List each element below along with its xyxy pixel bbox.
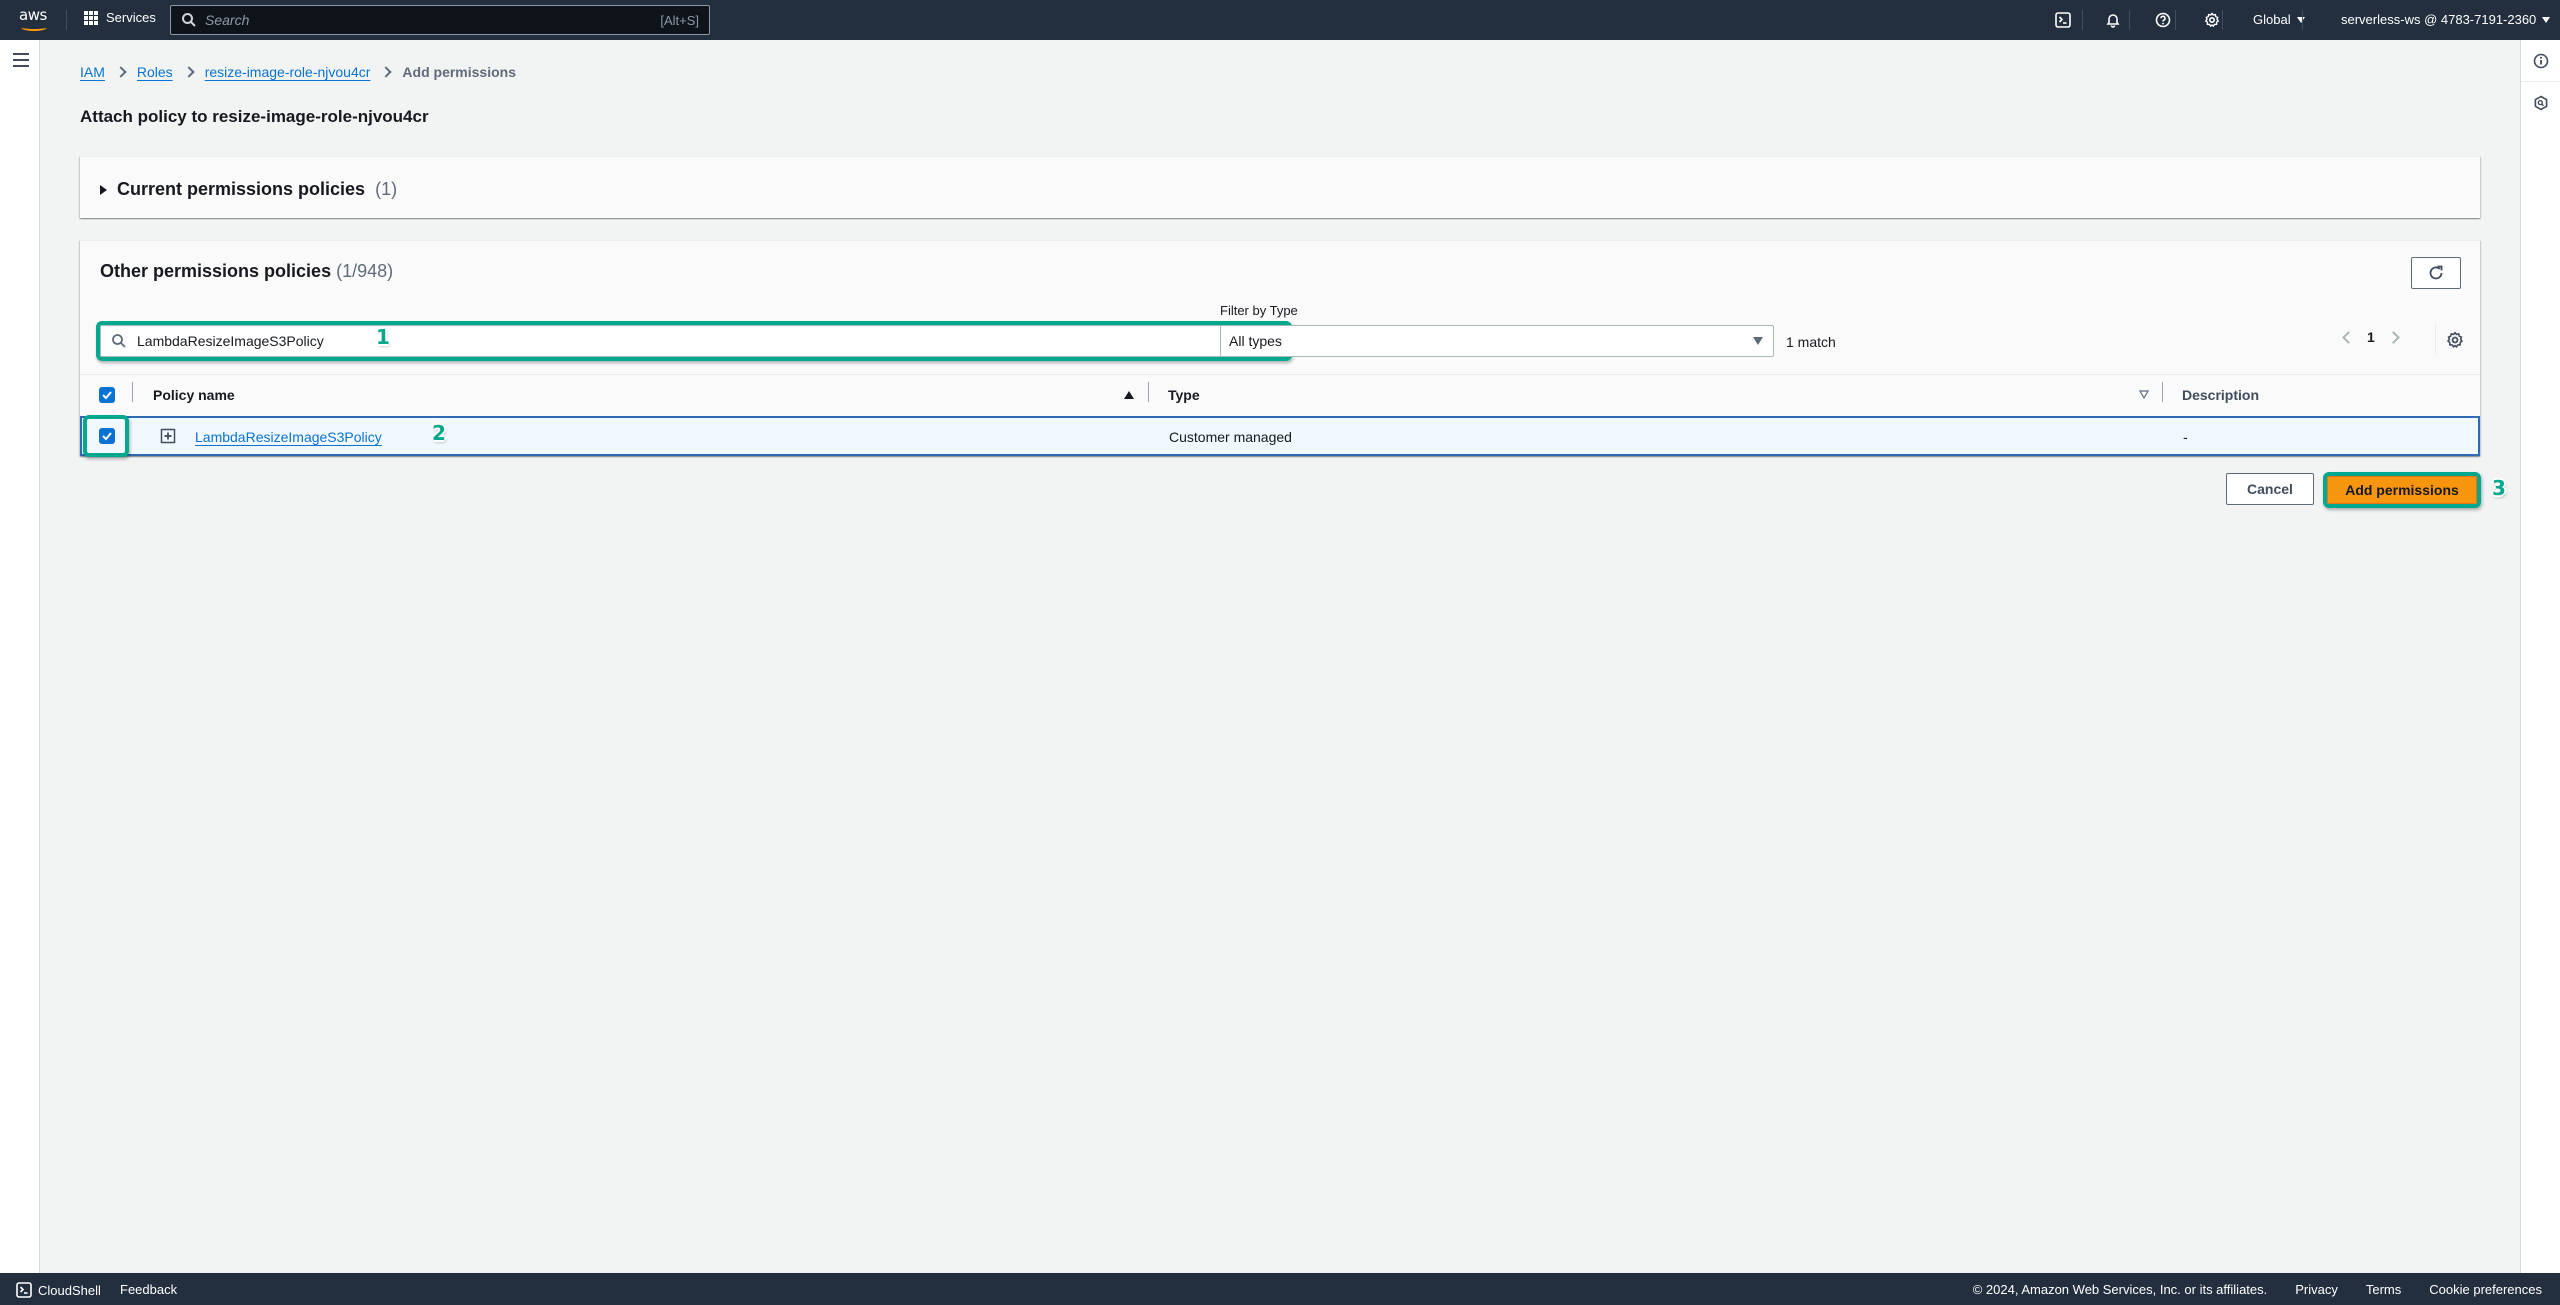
other-permissions-section: Other permissions policies (1/948) Lambd… [80, 240, 2480, 457]
match-count: 1 match [1786, 334, 1836, 350]
step-badge-1: 1 [376, 325, 390, 349]
policy-search-input[interactable]: LambdaResizeImageS3Policy [100, 325, 1288, 357]
divider [2435, 323, 2436, 355]
account-menu[interactable]: serverless-ws @ 4783-7191-2360 [2341, 12, 2551, 27]
divider [66, 10, 67, 30]
caret-down-icon [2296, 16, 2305, 23]
preferences-gear-icon[interactable] [2446, 331, 2464, 349]
footer: CloudShell Feedback © 2024, Amazon Web S… [0, 1273, 2560, 1305]
divider [2302, 10, 2303, 30]
next-page-icon[interactable] [2386, 330, 2400, 344]
row-checkbox[interactable] [99, 428, 115, 444]
help-icon[interactable] [2153, 10, 2173, 30]
current-permissions-expander[interactable]: Current permissions policies (1) [100, 179, 397, 200]
grid-icon [84, 10, 98, 25]
search-icon [182, 13, 196, 27]
column-divider [132, 382, 133, 402]
services-menu-button[interactable]: Services [84, 10, 156, 25]
divider [2129, 10, 2130, 30]
menu-icon[interactable] [13, 53, 29, 67]
step-badge-2: 2 [432, 421, 446, 445]
select-all-checkbox[interactable] [99, 387, 115, 403]
tools-rail [2520, 40, 2560, 1273]
column-header-policy-name[interactable]: Policy name [153, 387, 235, 403]
aws-smile-icon [21, 24, 47, 31]
page-title: Attach policy to resize-image-role-njvou… [80, 107, 429, 126]
caret-down-icon [2542, 16, 2551, 23]
security-hub-icon[interactable] [2521, 82, 2560, 124]
refresh-button[interactable] [2411, 257, 2461, 289]
policy-name-link[interactable]: LambdaResizeImageS3Policy [195, 429, 382, 445]
step-badge-3: 3 [2492, 476, 2506, 500]
page-number[interactable]: 1 [2367, 329, 2375, 345]
column-divider[interactable] [1148, 382, 1149, 402]
check-icon [102, 391, 112, 400]
chevron-right-icon [380, 66, 393, 78]
divider [80, 374, 2480, 375]
chevron-right-icon [183, 66, 195, 78]
bell-icon[interactable] [2103, 10, 2123, 30]
top-navigation: aws Services Search [Alt+S] Global serve… [0, 0, 2560, 40]
breadcrumb-roles[interactable]: Roles [137, 64, 173, 80]
sort-ascending-icon[interactable] [1124, 391, 1134, 399]
policy-type: Customer managed [1169, 429, 1292, 445]
feedback-link[interactable]: Feedback [120, 1282, 177, 1297]
global-search-input[interactable]: Search [Alt+S] [170, 5, 710, 35]
info-icon[interactable] [2521, 40, 2560, 82]
gear-icon[interactable] [2202, 10, 2222, 30]
aws-logo[interactable]: aws [18, 6, 52, 34]
filter-type-select[interactable]: All types [1220, 325, 1774, 357]
section-header: Other permissions policies (1/948) [100, 261, 394, 281]
cloudshell-icon[interactable] [2053, 10, 2073, 30]
column-divider[interactable] [2162, 382, 2163, 402]
pagination: 1 [2342, 329, 2400, 345]
caret-right-icon [100, 184, 107, 195]
refresh-icon [2429, 265, 2443, 280]
cancel-button[interactable]: Cancel [2226, 473, 2314, 505]
breadcrumb: IAM Roles resize-image-role-njvou4cr Add… [80, 64, 516, 80]
previous-page-icon[interactable] [2342, 330, 2355, 344]
divider [2175, 10, 2176, 30]
divider [2222, 10, 2223, 30]
column-header-type[interactable]: Type [1168, 387, 1200, 403]
breadcrumb-role[interactable]: resize-image-role-njvou4cr [205, 64, 371, 80]
cookie-preferences-link[interactable]: Cookie preferences [2429, 1282, 2542, 1297]
current-permissions-section: Current permissions policies (1) [80, 156, 2480, 218]
breadcrumb-current: Add permissions [402, 64, 517, 80]
sort-descending-icon[interactable] [2139, 390, 2149, 399]
column-header-description: Description [2182, 387, 2260, 403]
side-navigation-rail [0, 40, 40, 1273]
filter-type-label: Filter by Type [1220, 303, 1298, 318]
cloudshell-icon [16, 1282, 32, 1298]
search-icon [112, 334, 126, 348]
breadcrumb-iam[interactable]: IAM [80, 64, 105, 80]
copyright-text: © 2024, Amazon Web Services, Inc. or its… [1972, 1282, 2268, 1297]
add-permissions-button[interactable]: Add permissions [2327, 476, 2477, 504]
divider [2082, 10, 2083, 30]
privacy-link[interactable]: Privacy [2295, 1282, 2338, 1297]
expand-plus-icon[interactable] [160, 428, 176, 444]
cloudshell-button[interactable]: CloudShell [16, 1282, 101, 1298]
caret-down-icon [1753, 337, 1763, 345]
policy-description: - [2183, 429, 2188, 445]
check-icon [102, 432, 112, 441]
region-selector[interactable]: Global [2253, 12, 2305, 27]
chevron-right-icon [115, 66, 127, 78]
terms-link[interactable]: Terms [2366, 1282, 2401, 1297]
